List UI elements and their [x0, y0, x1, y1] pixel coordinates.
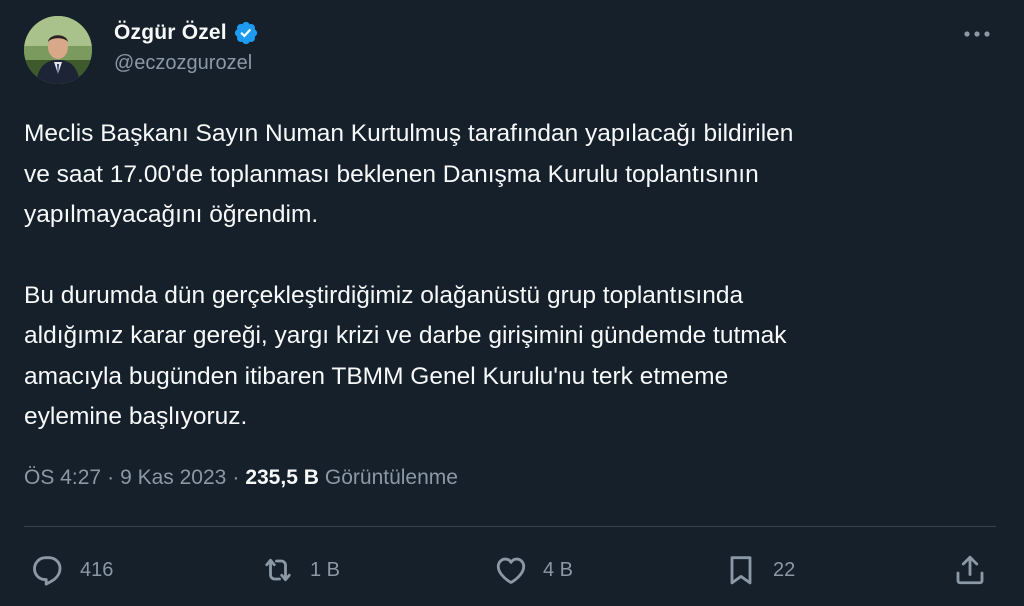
reply-button[interactable]: 416	[30, 548, 113, 592]
retweet-icon	[265, 558, 291, 582]
user-handle[interactable]: @eczozgurozel	[114, 52, 259, 75]
bookmark-button[interactable]: 22	[723, 548, 795, 592]
tweet-paragraph: Meclis Başkanı Sayın Numan Kurtulmuş tar…	[24, 120, 794, 228]
share-icon	[956, 555, 984, 585]
views-label: Görüntülenme	[324, 466, 458, 489]
verified-badge-icon[interactable]	[233, 20, 259, 46]
divider	[24, 526, 996, 527]
like-button[interactable]: 4 B	[493, 548, 573, 592]
tweet-date[interactable]: 9 Kas 2023	[120, 466, 226, 490]
tweet-time[interactable]: ÖS 4:27	[24, 466, 101, 490]
retweet-count: 1 B	[310, 558, 341, 581]
reply-count: 416	[80, 558, 114, 581]
reply-icon	[33, 556, 62, 586]
meta-separator: ·	[107, 466, 115, 489]
tweet-card: Özgür Özel @eczozgurozel Meclis Başkanı …	[0, 0, 1024, 606]
retweet-button[interactable]: 1 B	[260, 548, 340, 592]
more-options-icon[interactable]	[960, 22, 994, 46]
views-count[interactable]: 235,5 B	[245, 466, 319, 490]
heart-icon	[496, 557, 526, 584]
tweet-meta: ÖS 4:27 · 9 Kas 2023 · 235,5 B Görüntüle…	[24, 466, 458, 490]
action-bar: 416 1 B 4 B 22	[0, 548, 1024, 592]
tweet-text: Meclis Başkanı Sayın Numan Kurtulmuş tar…	[24, 114, 984, 438]
name-row: Özgür Özel	[114, 18, 259, 48]
share-button[interactable]	[952, 548, 988, 592]
bookmark-icon	[730, 556, 752, 585]
avatar-image	[24, 16, 92, 84]
bookmark-count: 22	[773, 558, 796, 581]
like-count: 4 B	[543, 558, 574, 581]
avatar[interactable]	[24, 16, 92, 84]
tweet-paragraph: Bu durumda dün gerçekleştirdiğimiz olağa…	[24, 281, 787, 431]
meta-separator: ·	[232, 466, 240, 489]
display-name[interactable]: Özgür Özel	[114, 21, 227, 45]
author-info: Özgür Özel @eczozgurozel	[114, 18, 259, 75]
